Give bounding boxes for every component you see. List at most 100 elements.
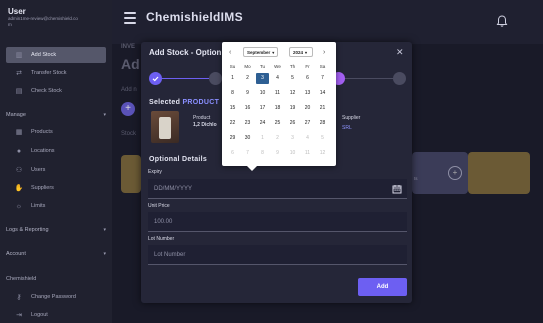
step-2 [209, 72, 222, 85]
calendar-day[interactable]: 28 [316, 118, 329, 129]
calendar-day[interactable]: 20 [301, 103, 314, 114]
prev-month-icon[interactable]: ‹ [229, 49, 231, 56]
chevron-down-icon: ▾ [103, 112, 106, 118]
calendar-day[interactable]: 7 [316, 73, 329, 84]
unit-price-value: 100.00 [154, 218, 173, 225]
scan-icon: ▤ [15, 88, 23, 95]
sidebar-item-label: Suppliers [31, 185, 54, 191]
supplier-label: Supplier [342, 115, 361, 121]
calendar-day[interactable]: 9 [271, 148, 284, 159]
add-button[interactable]: Add [358, 278, 407, 296]
month-select[interactable]: September ▾ [243, 47, 278, 57]
calendar-day[interactable]: 6 [301, 73, 314, 84]
calendar-day[interactable]: 11 [301, 148, 314, 159]
calendar-day[interactable]: 8 [226, 88, 239, 99]
sidebar-item-locations[interactable]: ● Locations [6, 143, 106, 159]
sidebar-item-transfer-stock[interactable]: ⇄ Transfer Stock [6, 65, 106, 81]
calendar-day[interactable]: 10 [286, 148, 299, 159]
unit-price-field[interactable]: 100.00 [148, 212, 407, 232]
month-value: September [247, 49, 271, 55]
sidebar-item-chemishield[interactable]: Chemishield [6, 271, 106, 287]
add-circle-button[interactable]: + [121, 102, 135, 116]
sidebar-item-users[interactable]: ⚇ Users [6, 162, 106, 178]
stock-card [468, 152, 530, 194]
calendar-day[interactable]: 11 [271, 88, 284, 99]
chevron-down-icon: ▾ [272, 49, 275, 55]
product-image [151, 111, 179, 143]
optional-details-title: Optional Details [149, 156, 208, 163]
calendar-icon[interactable] [392, 184, 402, 194]
page-heading: Ad [121, 56, 140, 72]
sidebar-item-change-password[interactable]: ⚷ Change Password [6, 289, 106, 305]
stock-card [121, 155, 141, 193]
sidebar-item-logout[interactable]: ⇥ Logout [6, 307, 106, 323]
calendar-day[interactable]: 10 [256, 88, 269, 99]
calendar-day[interactable]: 16 [241, 103, 254, 114]
manage-section-toggle[interactable]: Manage ▾ [6, 112, 106, 118]
account-heading: Account [6, 251, 26, 257]
calendar-day[interactable]: 6 [226, 148, 239, 159]
calendar-day[interactable]: 13 [301, 88, 314, 99]
calendar-day[interactable]: 29 [226, 133, 239, 144]
calendar-day[interactable]: 3 [286, 133, 299, 144]
sidebar-item-check-stock[interactable]: ▤ Check Stock [6, 83, 106, 99]
selected-highlight: PRODUCT [182, 99, 220, 106]
next-month-icon[interactable]: › [323, 49, 325, 56]
logout-icon: ⇥ [16, 312, 22, 319]
calendar-day[interactable]: 30 [241, 133, 254, 144]
chevron-down-icon: ▾ [103, 251, 106, 257]
weekday-label: Su [229, 64, 236, 69]
calendar-day[interactable]: 12 [286, 88, 299, 99]
account-section-toggle[interactable]: Account ▾ [6, 251, 106, 257]
calendar-day[interactable]: 9 [241, 88, 254, 99]
calendar-day[interactable]: 14 [316, 88, 329, 99]
calendar-day[interactable]: 17 [256, 103, 269, 114]
step-last [393, 72, 406, 85]
modal-title: Add Stock - Option [149, 48, 222, 57]
calendar-day[interactable]: 19 [286, 103, 299, 114]
bell-icon[interactable] [495, 14, 509, 28]
calendar-day[interactable]: 7 [241, 148, 254, 159]
calendar-day[interactable]: 4 [301, 133, 314, 144]
calendar-day[interactable]: 2 [271, 133, 284, 144]
calendar-day[interactable]: 25 [271, 118, 284, 129]
selected-label: Selected [149, 99, 181, 106]
add-circle-button[interactable]: + [448, 166, 462, 180]
calendar-day[interactable]: 4 [271, 73, 284, 84]
calendar-day[interactable]: 8 [256, 148, 269, 159]
sidebar-item-products[interactable]: ▦ Products [6, 124, 106, 140]
sidebar-item-label: Limits [31, 203, 46, 209]
calendar-day[interactable]: 2 [241, 73, 254, 84]
check-icon [152, 76, 159, 82]
calendar-day[interactable]: 23 [241, 118, 254, 129]
calendar-day[interactable]: 5 [316, 133, 329, 144]
calendar-day[interactable]: 3 [256, 73, 269, 84]
hamburger-menu-icon[interactable] [124, 12, 136, 24]
lot-number-label: Lot Number [148, 236, 175, 242]
calendar-day[interactable]: 27 [301, 118, 314, 129]
calendar-day[interactable]: 24 [256, 118, 269, 129]
sun-icon: ☼ [15, 202, 23, 210]
calendar-day[interactable]: 26 [286, 118, 299, 129]
user-info: User admin1me-review@chemishield.com [8, 7, 80, 28]
card-text: ts [414, 176, 418, 181]
calendar-day[interactable]: 22 [226, 118, 239, 129]
close-icon[interactable]: ✕ [396, 47, 404, 58]
calendar-day[interactable]: 1 [256, 133, 269, 144]
calendar-day[interactable]: 18 [271, 103, 284, 114]
logs-section-toggle[interactable]: Logs & Reporting ▾ [6, 227, 106, 233]
sidebar-item-suppliers[interactable]: ✋ Suppliers [6, 180, 106, 196]
calendar-day[interactable]: 15 [226, 103, 239, 114]
sidebar-item-add-stock[interactable]: ▥ Add Stock [6, 47, 106, 63]
year-select[interactable]: 2024 ▾ [289, 47, 313, 57]
calendar-day[interactable]: 5 [286, 73, 299, 84]
weekday-label: Sa [319, 64, 326, 69]
sidebar-item-limits[interactable]: ☼ Limits [6, 198, 106, 214]
calendar-day[interactable]: 1 [226, 73, 239, 84]
lot-number-field[interactable]: Lot Number [148, 245, 407, 265]
calendar-day[interactable]: 21 [316, 103, 329, 114]
expiry-field[interactable]: DD/MM/YYYY [148, 179, 407, 199]
calendar-day[interactable]: 12 [316, 148, 329, 159]
sidebar-item-label: Logout [31, 312, 48, 318]
chevron-down-icon: ▾ [103, 227, 106, 233]
